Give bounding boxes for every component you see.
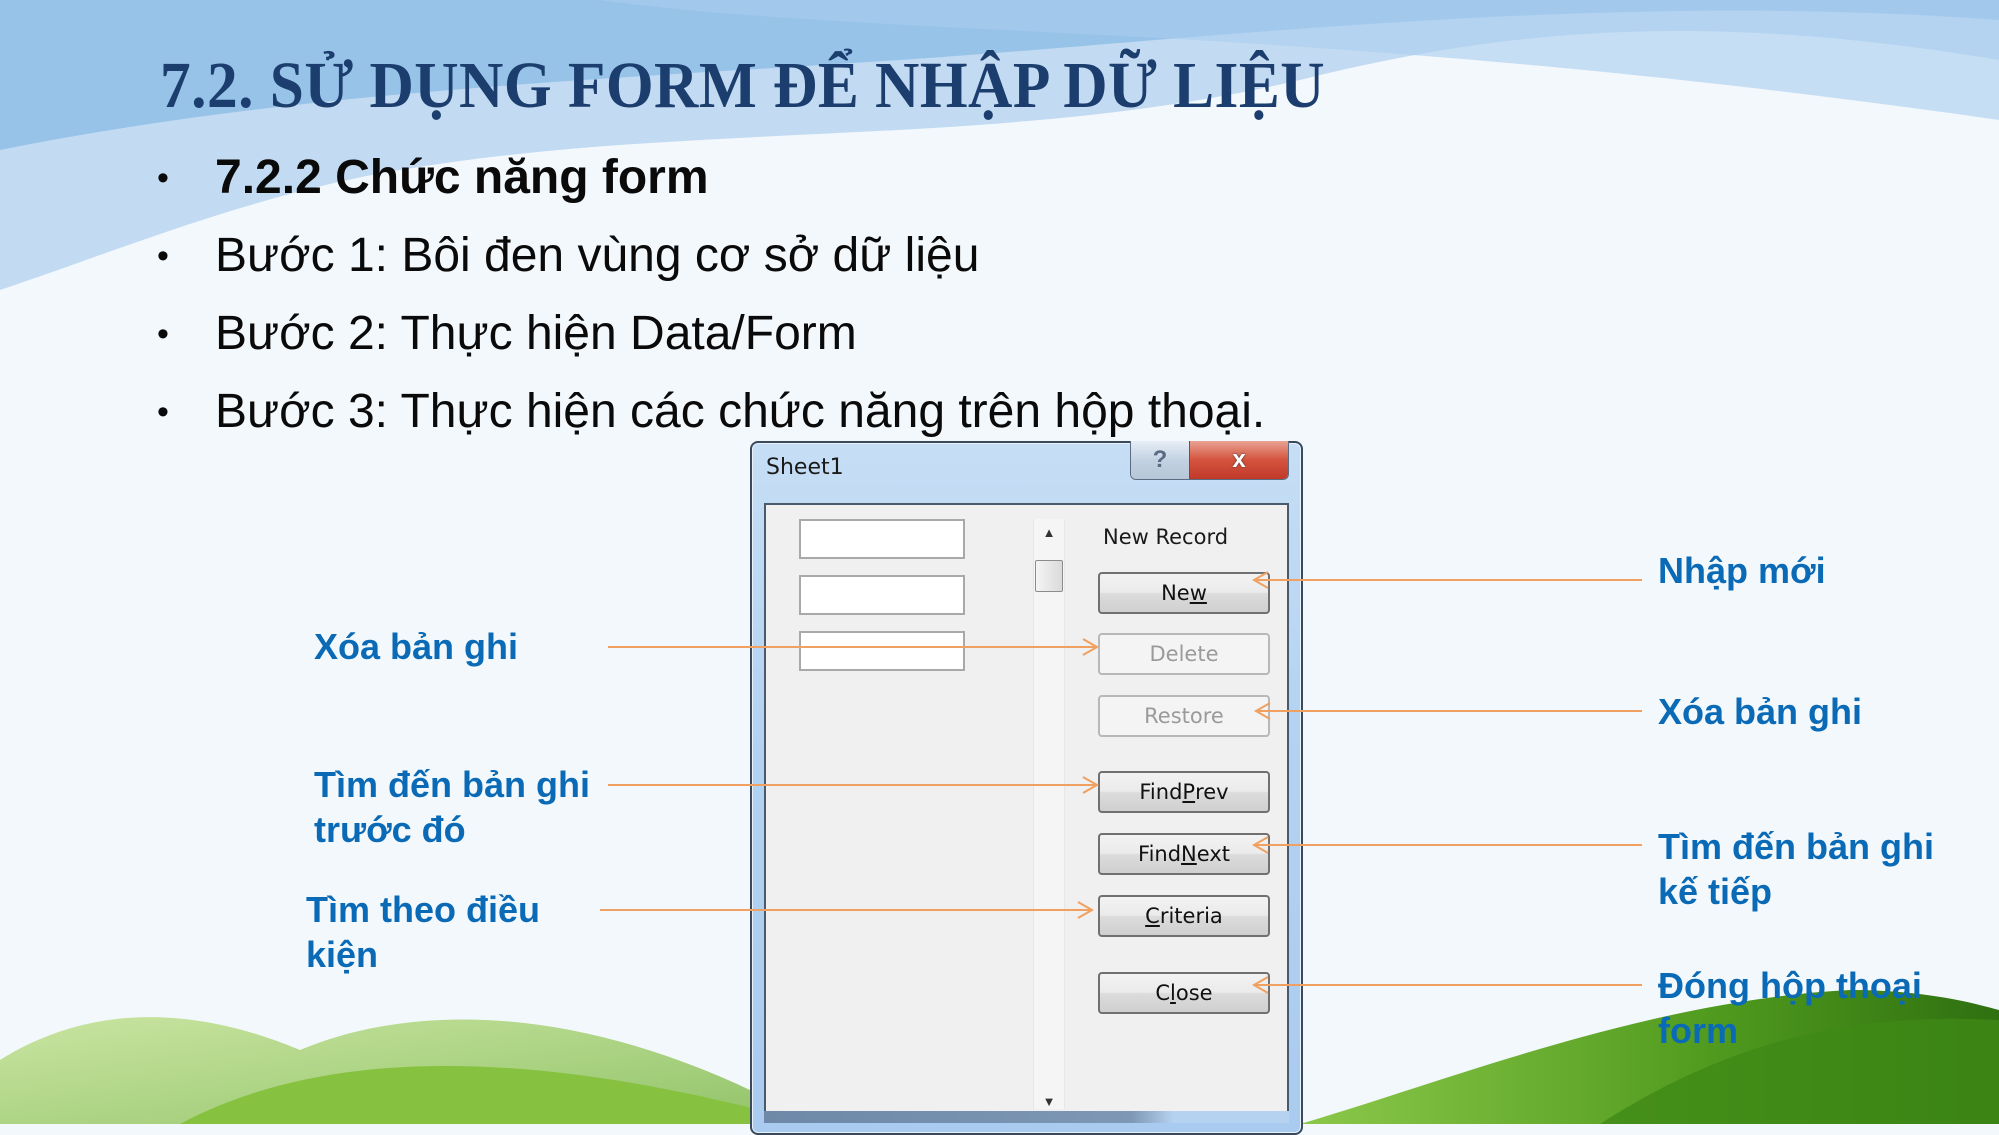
record-scrollbar[interactable]: ▲ ▼ — [1033, 519, 1065, 1109]
bullet-text: Bước 1: Bôi đen vùng cơ sở dữ liệu — [215, 229, 980, 282]
accelerator-key: C — [1145, 904, 1160, 928]
new-button[interactable]: Ne w — [1098, 572, 1270, 614]
close-button[interactable]: Cl ose — [1098, 972, 1270, 1014]
slide-title: 7.2. SỬ DỤNG FORM ĐỂ NHẬP DỮ LIỆU — [160, 49, 1326, 122]
bullet-icon: • — [157, 159, 169, 197]
restore-button[interactable]: Restore — [1098, 695, 1270, 737]
bullet-text: Bước 2: Thực hiện Data/Form — [215, 307, 857, 360]
label-line: Đóng hộp thoại — [1658, 965, 1922, 1006]
label-line: kiện — [306, 934, 379, 975]
bullet-item: • Bước 1: Bôi đen vùng cơ sở dữ liệu — [155, 224, 1265, 302]
label-line: Tìm đến bản ghi — [314, 764, 590, 805]
button-label: Delete — [1149, 642, 1219, 666]
bullet-item: • 7.2.2 Chức năng form — [155, 146, 1265, 224]
button-label: ose — [1175, 981, 1213, 1005]
accelerator-key: N — [1181, 842, 1197, 866]
label-delete-record: Xóa bản ghi — [314, 624, 518, 669]
dialog-bottom-border — [764, 1111, 1289, 1123]
bullet-item: • Bước 2: Thực hiện Data/Form — [155, 302, 1265, 380]
label-find-next: Tìm đến bản ghi kế tiếp — [1658, 824, 1934, 914]
criteria-button[interactable]: Criteria — [1098, 895, 1270, 937]
accelerator-key: P — [1182, 780, 1196, 804]
bullet-icon: • — [157, 393, 169, 431]
bullet-list: • 7.2.2 Chức năng form • Bước 1: Bôi đen… — [155, 146, 1265, 458]
button-label: rev — [1195, 780, 1229, 804]
help-button[interactable]: ? — [1131, 441, 1190, 479]
button-label: Find — [1138, 842, 1182, 866]
label-find-previous: Tìm đến bản ghi trước đó — [314, 762, 590, 852]
label-close-dialog: Đóng hộp thoại form — [1658, 963, 1922, 1053]
scroll-down-arrow-icon[interactable]: ▼ — [1034, 1094, 1064, 1109]
button-label: Find — [1139, 780, 1183, 804]
delete-button[interactable]: Delete — [1098, 633, 1270, 675]
button-label: C — [1155, 981, 1171, 1005]
bullet-text: 7.2.2 Chức năng form — [215, 151, 709, 204]
dialog-title: Sheet1 — [766, 455, 844, 480]
label-line: Tìm theo điều — [306, 889, 540, 930]
find-prev-button[interactable]: Find Prev — [1098, 771, 1270, 813]
label-find-criteria: Tìm theo điều kiện — [306, 887, 540, 977]
record-field-1[interactable] — [799, 519, 965, 559]
button-label: ext — [1196, 842, 1230, 866]
help-icon: ? — [1152, 446, 1168, 473]
find-next-button[interactable]: Find Next — [1098, 833, 1270, 875]
label-line: Tìm đến bản ghi — [1658, 826, 1934, 867]
scroll-up-arrow-icon[interactable]: ▲ — [1034, 525, 1064, 540]
label-line: Nhập mới — [1658, 550, 1826, 591]
button-label: Restore — [1144, 704, 1224, 728]
label-restore-record: Xóa bản ghi — [1658, 689, 1862, 734]
button-label: riteria — [1159, 904, 1223, 928]
button-label: Ne — [1161, 581, 1190, 605]
label-line: form — [1658, 1010, 1738, 1051]
close-icon: x — [1232, 446, 1246, 473]
bullet-text: Bước 3: Thực hiện các chức năng trên hộp… — [215, 385, 1266, 438]
window-close-button[interactable]: x — [1190, 441, 1288, 479]
window-controls: ? x — [1130, 441, 1289, 480]
scroll-thumb[interactable] — [1035, 560, 1063, 592]
bullet-icon: • — [157, 237, 169, 275]
label-line: Xóa bản ghi — [314, 626, 519, 667]
accelerator-key: w — [1189, 581, 1207, 605]
record-field-3[interactable] — [799, 631, 965, 671]
record-field-2[interactable] — [799, 575, 965, 615]
label-line: trước đó — [314, 809, 466, 850]
dialog-body: ▲ ▼ New Record Ne w Delete Restore Find P… — [764, 503, 1289, 1113]
record-status: New Record — [1103, 525, 1229, 549]
data-form-dialog: Sheet1 ? x ▲ ▼ New Record Ne w Delete Res… — [750, 441, 1303, 1135]
bullet-icon: • — [157, 315, 169, 353]
label-new-entry: Nhập mới — [1658, 548, 1826, 593]
label-line: Xóa bản ghi — [1658, 691, 1863, 732]
label-line: kế tiếp — [1658, 871, 1773, 912]
